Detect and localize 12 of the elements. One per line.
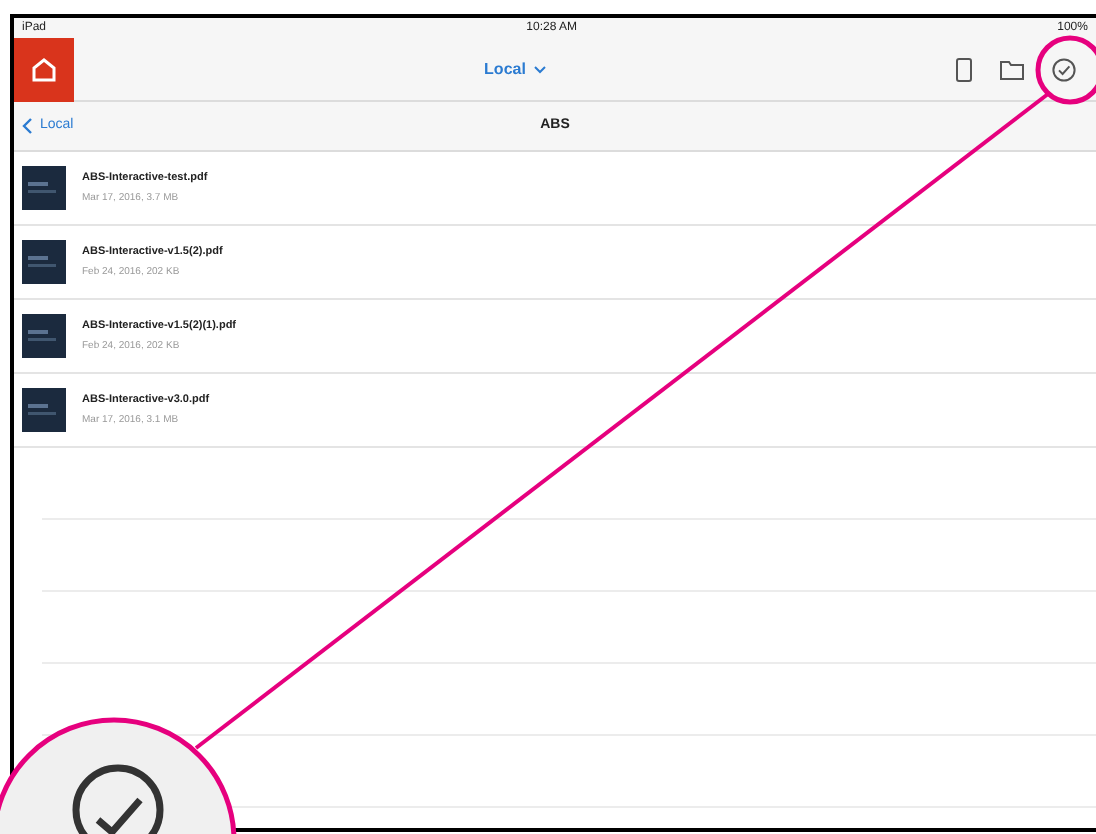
- home-button[interactable]: [14, 37, 74, 101]
- chevron-down-icon: [533, 65, 546, 73]
- document-thumbnail-icon: [22, 388, 66, 432]
- document-thumbnail-icon: [22, 166, 66, 210]
- phone-icon[interactable]: [956, 57, 972, 81]
- check-circle-icon[interactable]: [1052, 57, 1076, 81]
- document-thumbnail-icon: [22, 240, 66, 284]
- location-dropdown[interactable]: Local: [484, 57, 546, 81]
- document-thumbnail-icon: [22, 314, 66, 358]
- home-icon: [32, 57, 56, 81]
- chevron-left-icon: [22, 118, 32, 134]
- folder-icon[interactable]: [1000, 59, 1024, 79]
